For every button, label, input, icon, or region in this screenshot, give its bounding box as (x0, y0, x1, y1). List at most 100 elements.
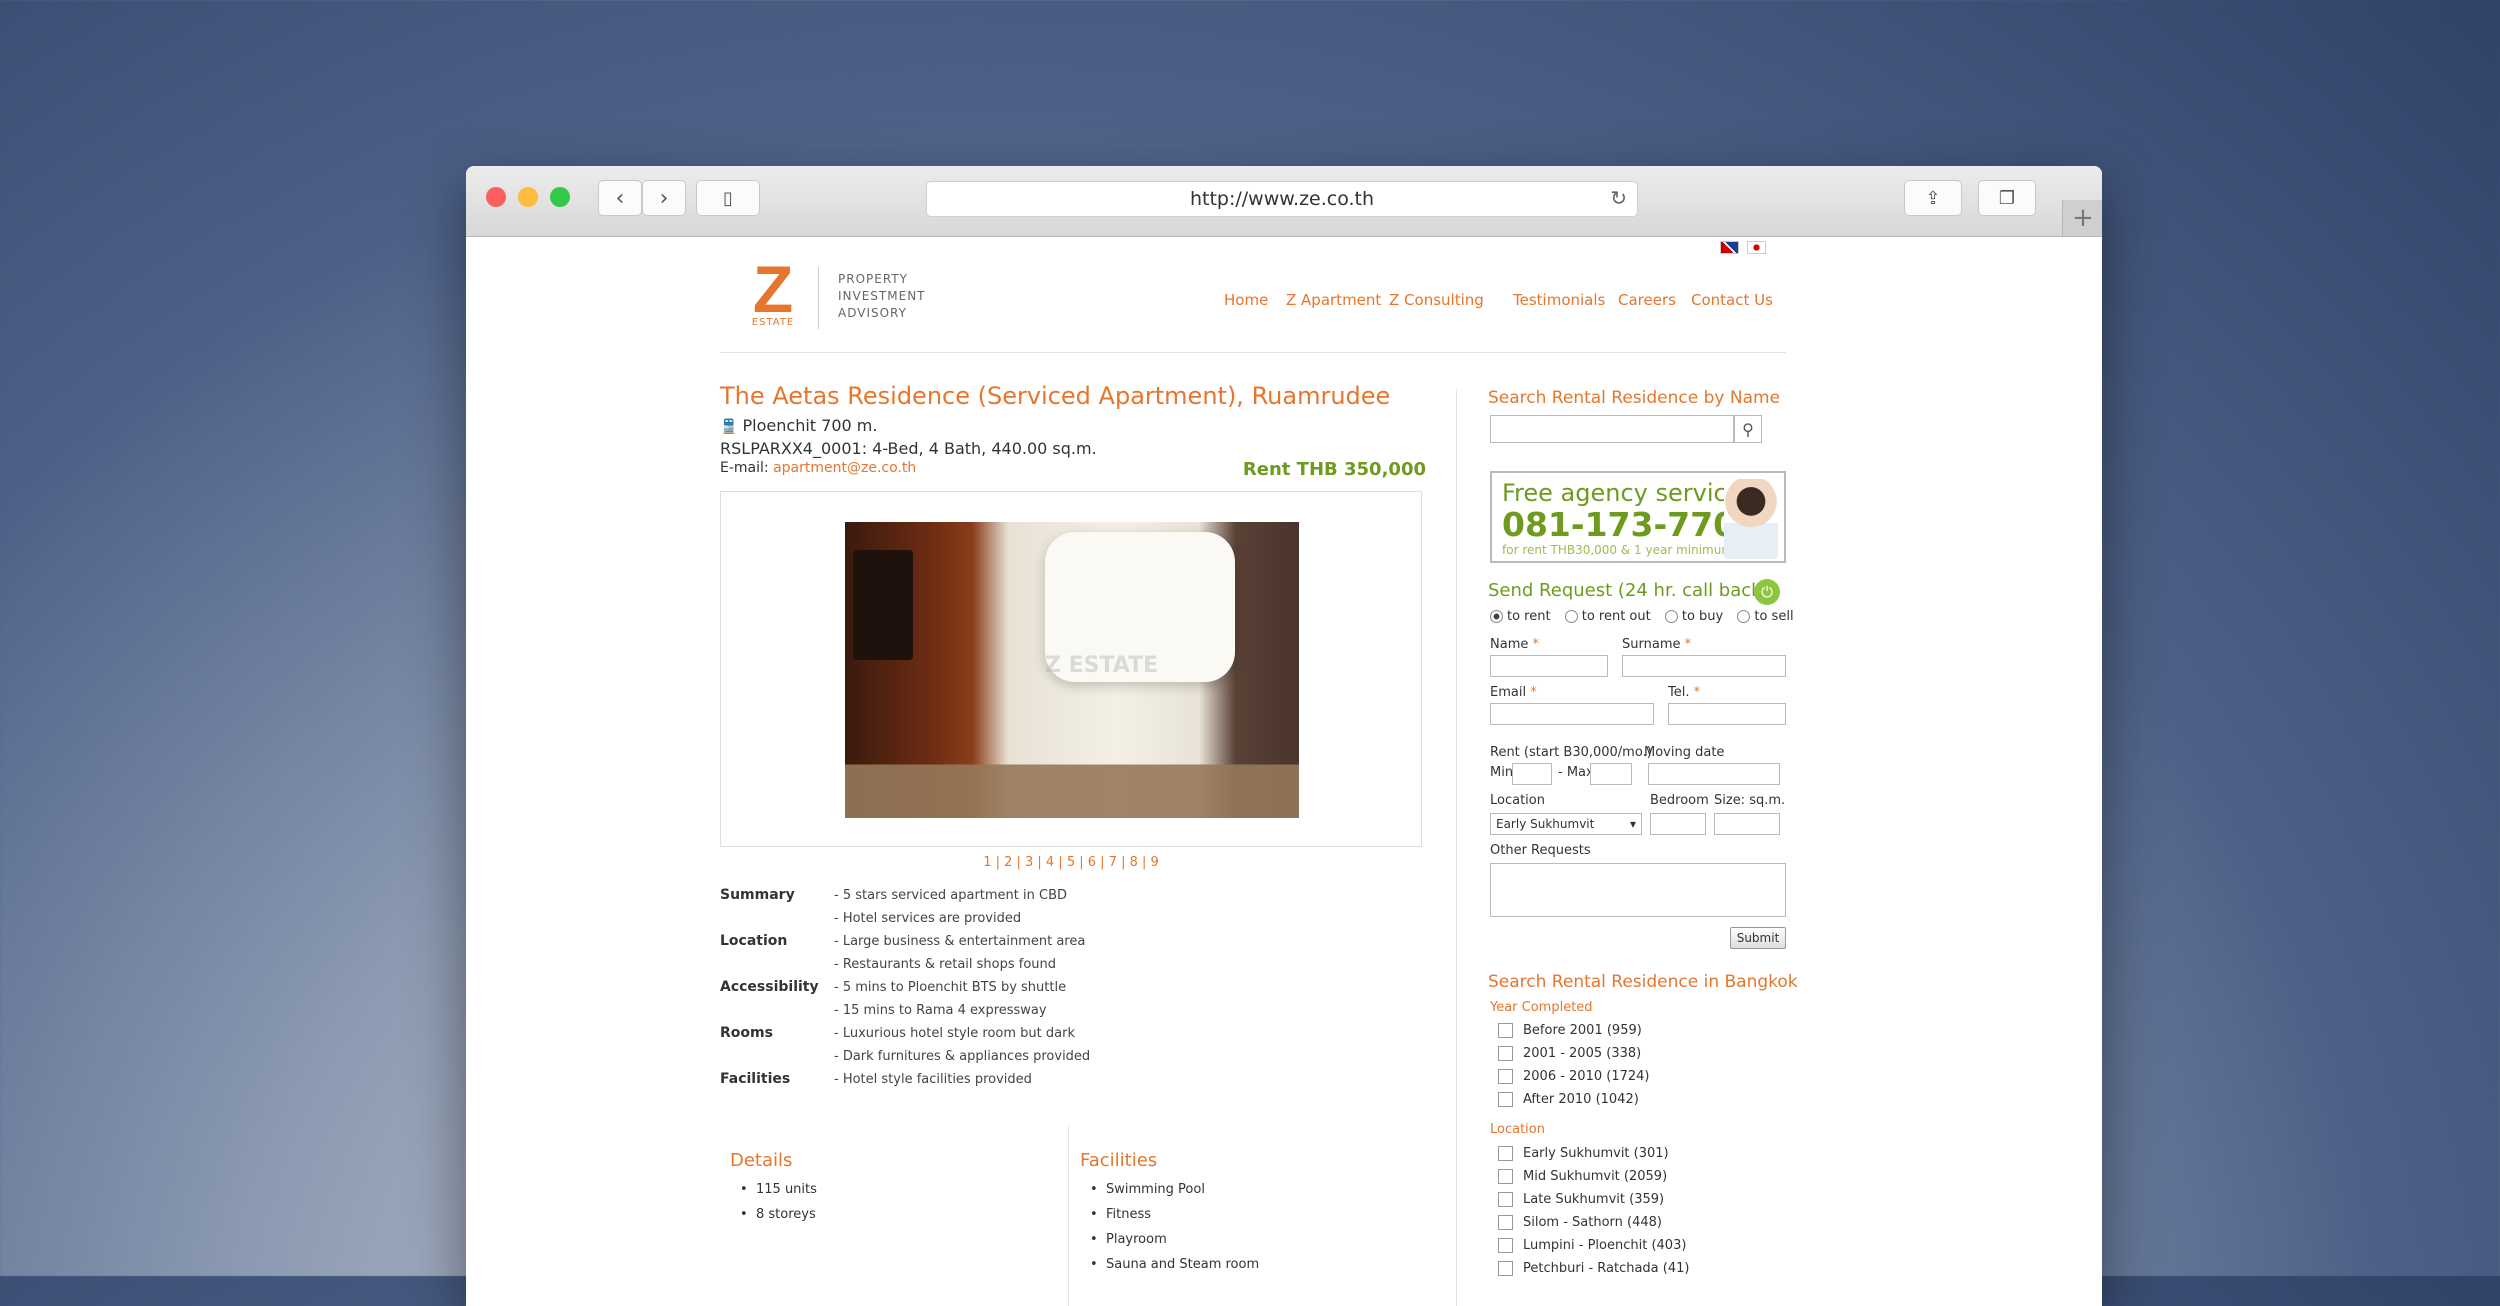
info-key-accessibility: Accessibility (720, 979, 819, 995)
facility-item: Swimming Pool (1090, 1182, 1205, 1197)
filter-option-label: After 2010 (1042) (1523, 1092, 1639, 1107)
rent-price: Rent THB 350,000 (1242, 459, 1426, 480)
address-bar[interactable]: http://www.ze.co.th ↻ (926, 181, 1638, 217)
browser-toolbar: ‹ › ▯ http://www.ze.co.th ↻ ⇪ ❐ + (466, 166, 2102, 237)
tel-input[interactable] (1668, 703, 1786, 725)
sidebar-toggle-button[interactable]: ▯ (696, 180, 760, 216)
submit-button[interactable]: Submit (1730, 927, 1786, 949)
radio-to-rent-out[interactable] (1564, 610, 1578, 623)
gallery-pager[interactable]: 1 | 2 | 3 | 4 | 5 | 6 | 7 | 8 | 9 (720, 855, 1422, 870)
checkbox[interactable] (1498, 1261, 1513, 1276)
min-label: Min (1490, 765, 1514, 780)
info-key-summary: Summary (720, 887, 795, 903)
radio-label: to buy (1681, 609, 1724, 624)
email-link[interactable]: apartment@ze.co.th (773, 460, 916, 476)
moving-date-input[interactable] (1648, 763, 1780, 785)
radio-to-rent[interactable] (1490, 610, 1503, 623)
chevron-left-icon: ‹ (615, 185, 625, 211)
radio-label: to sell (1754, 609, 1794, 624)
facility-item: Playroom (1090, 1232, 1167, 1247)
reload-icon[interactable]: ↻ (1610, 186, 1627, 210)
filter-location-option: Mid Sukhumvit (2059) (1498, 1169, 1667, 1184)
back-button[interactable]: ‹ (598, 180, 642, 216)
station-line: 🚆 Ploenchit 700 m. (720, 416, 877, 435)
photo-watermark: Z ESTATE (1045, 632, 1158, 683)
nav-testimonials[interactable]: Testimonials (1513, 291, 1605, 309)
radio-to-buy[interactable] (1664, 610, 1678, 623)
header-divider (720, 352, 1786, 353)
other-requests-textarea[interactable] (1490, 863, 1786, 917)
info-value: - Large business & entertainment area (834, 934, 1086, 949)
train-icon: 🚆 (720, 419, 738, 435)
filter-option-label: Early Sukhumvit (301) (1523, 1146, 1669, 1161)
english-flag-icon[interactable] (1720, 241, 1739, 254)
radio-label: to rent (1507, 609, 1551, 624)
nav-contact-us[interactable]: Contact Us (1691, 291, 1773, 309)
search-button[interactable]: ⚲ (1734, 415, 1762, 443)
site-logo[interactable]: Z ESTATE (748, 252, 798, 331)
nav-z-consulting[interactable]: Z Consulting (1389, 291, 1484, 309)
filter-location-option: Lumpini - Ploenchit (403) (1498, 1238, 1686, 1253)
logo-tagline: PROPERTY INVESTMENT ADVISORY (838, 271, 926, 322)
nav-z-apartment[interactable]: Z Apartment (1286, 291, 1381, 309)
maximize-window-button[interactable] (550, 187, 570, 207)
required-mark: * (1684, 637, 1692, 652)
checkbox[interactable] (1498, 1169, 1513, 1184)
filter-year-option: 2001 - 2005 (338) (1498, 1046, 1641, 1061)
checkbox[interactable] (1498, 1192, 1513, 1207)
surname-label: Surname * (1622, 637, 1691, 652)
email-input[interactable] (1490, 703, 1654, 725)
bedroom-input[interactable] (1650, 813, 1706, 835)
new-tab-button[interactable]: + (2062, 200, 2102, 236)
location-select[interactable]: Early Sukhumvit ▾ (1490, 813, 1642, 835)
search-by-name-title: Search Rental Residence by Name (1488, 388, 1781, 408)
checkbox[interactable] (1498, 1146, 1513, 1161)
info-value: - Restaurants & retail shops found (834, 957, 1057, 972)
required-mark: * (1693, 685, 1701, 700)
info-value: - Dark furnitures & appliances provided (834, 1049, 1091, 1064)
checkbox[interactable] (1498, 1023, 1513, 1038)
details-title: Details (730, 1150, 793, 1171)
filter-year-option: After 2010 (1042) (1498, 1092, 1639, 1107)
checkbox[interactable] (1498, 1215, 1513, 1230)
surname-input[interactable] (1622, 655, 1786, 677)
sidebar-icon: ▯ (723, 187, 733, 209)
checkbox[interactable] (1498, 1046, 1513, 1061)
tabs-button[interactable]: ❐ (1978, 180, 2036, 216)
browser-window: ‹ › ▯ http://www.ze.co.th ↻ ⇪ ❐ + Z ESTA… (466, 166, 2102, 1306)
radio-to-sell[interactable] (1737, 610, 1751, 623)
chevron-right-icon: › (659, 185, 669, 211)
japanese-flag-icon[interactable] (1747, 241, 1766, 254)
agency-banner[interactable]: Free agency service 081-173-7700 for ren… (1490, 471, 1786, 563)
name-search-input[interactable] (1490, 415, 1734, 443)
size-input[interactable] (1714, 813, 1780, 835)
forward-button[interactable]: › (642, 180, 686, 216)
column-divider (1068, 1125, 1069, 1306)
rent-min-input[interactable] (1512, 763, 1552, 785)
nav-careers[interactable]: Careers (1618, 291, 1676, 309)
facility-item: Fitness (1090, 1207, 1151, 1222)
logo-letter: Z (752, 252, 794, 326)
rent-max-input[interactable] (1590, 763, 1632, 785)
share-icon: ⇪ (1925, 187, 1941, 209)
photo-gallery: Z ESTATE (720, 491, 1422, 847)
name-input[interactable] (1490, 655, 1608, 677)
email-label: E-mail: (720, 460, 769, 476)
other-requests-label: Other Requests (1490, 843, 1591, 858)
checkbox[interactable] (1498, 1092, 1513, 1107)
plus-icon: + (2072, 203, 2094, 233)
filter-year-option: 2006 - 2010 (1724) (1498, 1069, 1649, 1084)
year-completed-label: Year Completed (1490, 1000, 1593, 1015)
listing-photo[interactable]: Z ESTATE (845, 522, 1299, 818)
filter-location-option: Early Sukhumvit (301) (1498, 1146, 1669, 1161)
filter-option-label: Petchburi - Ratchada (41) (1523, 1261, 1690, 1276)
nav-home[interactable]: Home (1224, 291, 1268, 309)
minimize-window-button[interactable] (518, 187, 538, 207)
checkbox[interactable] (1498, 1069, 1513, 1084)
checkbox[interactable] (1498, 1238, 1513, 1253)
email-label: Email * (1490, 685, 1537, 700)
tel-label: Tel. * (1668, 685, 1700, 700)
email-line: E-mail: apartment@ze.co.th (720, 460, 916, 476)
share-button[interactable]: ⇪ (1904, 180, 1962, 216)
close-window-button[interactable] (486, 187, 506, 207)
